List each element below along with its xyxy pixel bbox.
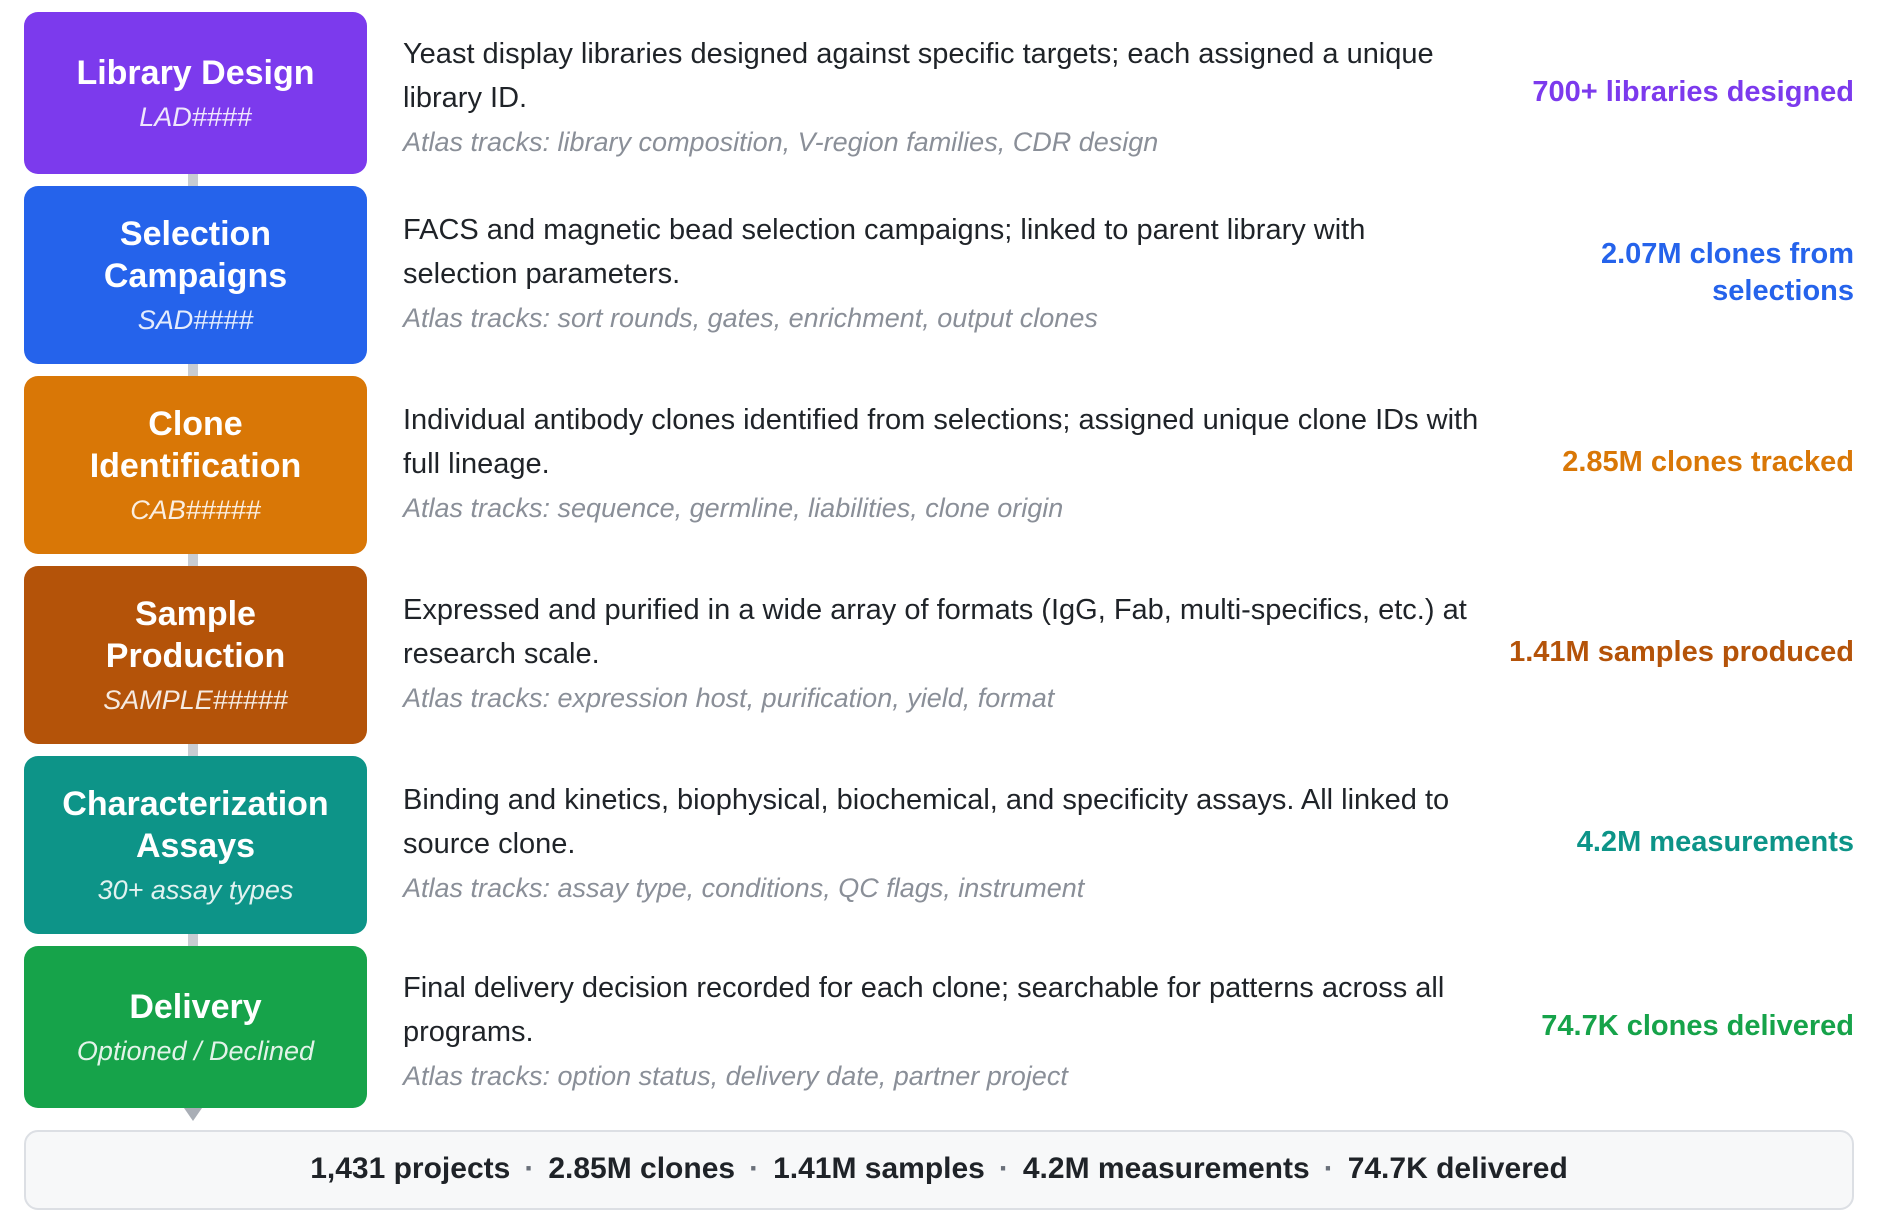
- stage-description: Expressed and purified in a wide array o…: [403, 594, 1467, 670]
- stage-description-block: Binding and kinetics, biophysical, bioch…: [403, 778, 1483, 908]
- stage-box-delivery: Delivery Optioned / Declined: [24, 946, 367, 1108]
- summary-projects: 1,431 projects: [310, 1152, 511, 1185]
- summary-separator: ·: [998, 1152, 1009, 1185]
- stage-description: Final delivery decision recorded for eac…: [403, 972, 1445, 1048]
- summary-delivered: 74.7K delivered: [1347, 1152, 1568, 1185]
- stage-metric: 4.2M measurements: [1576, 826, 1854, 858]
- summary-measurements: 4.2M measurements: [1022, 1152, 1310, 1185]
- summary-samples: 1.41M samples: [773, 1152, 985, 1185]
- stage-row-library-design: Library Design LAD#### Yeast display lib…: [24, 12, 1854, 174]
- stage-metric: 700+ libraries designed: [1532, 76, 1854, 108]
- summary-separator: ·: [749, 1152, 760, 1185]
- stage-title: Library Design: [76, 54, 315, 92]
- summary-separator: ·: [1323, 1152, 1334, 1185]
- stage-description-block: FACS and magnetic bead selection campaig…: [403, 208, 1483, 338]
- stage-title: Sample Production: [105, 595, 286, 675]
- stage-code: 30+ assay types: [97, 875, 294, 905]
- down-arrow-icon: [184, 1108, 202, 1121]
- stage-title: Selection Campaigns: [103, 215, 288, 295]
- stage-row-selection-campaigns: Selection Campaigns SAD#### FACS and mag…: [24, 186, 1854, 364]
- stage-metric: 2.85M clones tracked: [1562, 446, 1854, 478]
- stage-description: Individual antibody clones identified fr…: [403, 404, 1479, 480]
- stage-tracks: Atlas tracks: sequence, germline, liabil…: [403, 493, 1064, 523]
- stage-metric: 2.07M clones from selections: [1600, 238, 1854, 307]
- stage-tracks: Atlas tracks: option status, delivery da…: [403, 1061, 1068, 1091]
- stage-description: Yeast display libraries designed against…: [403, 38, 1434, 114]
- stage-description-block: Yeast display libraries designed against…: [403, 32, 1483, 162]
- stage-box-sample-production: Sample Production SAMPLE#####: [24, 566, 367, 744]
- stage-box-selection-campaigns: Selection Campaigns SAD####: [24, 186, 367, 364]
- stage-description-block: Expressed and purified in a wide array o…: [403, 588, 1483, 718]
- stage-row-delivery: Delivery Optioned / Declined Final deliv…: [24, 946, 1854, 1108]
- summary-separator: ·: [524, 1152, 535, 1185]
- pipeline-diagram: Library Design LAD#### Yeast display lib…: [0, 0, 1877, 1210]
- stage-description: Binding and kinetics, biophysical, bioch…: [403, 784, 1450, 860]
- stage-description: FACS and magnetic bead selection campaig…: [403, 214, 1366, 290]
- stage-metric: 1.41M samples produced: [1509, 636, 1854, 668]
- stage-row-sample-production: Sample Production SAMPLE##### Expressed …: [24, 566, 1854, 744]
- summary-clones: 2.85M clones: [548, 1152, 736, 1185]
- stage-metric: 74.7K clones delivered: [1541, 1010, 1854, 1042]
- stage-row-clone-identification: Clone Identification CAB##### Individual…: [24, 376, 1854, 554]
- stage-description-block: Individual antibody clones identified fr…: [403, 398, 1483, 528]
- summary-bar: 1,431 projects · 2.85M clones · 1.41M sample…: [24, 1130, 1854, 1210]
- stage-tracks: Atlas tracks: sort rounds, gates, enrich…: [403, 303, 1098, 333]
- stage-code: Optioned / Declined: [76, 1036, 315, 1066]
- stage-title: Clone Identification: [89, 405, 302, 485]
- stage-tracks: Atlas tracks: expression host, purificat…: [403, 683, 1055, 713]
- stage-description-block: Final delivery decision recorded for eac…: [403, 966, 1483, 1096]
- stage-title: Delivery: [129, 988, 262, 1026]
- stage-tracks: Atlas tracks: library composition, V-reg…: [403, 127, 1159, 157]
- connector-line: [188, 174, 198, 186]
- stage-code: LAD####: [139, 102, 252, 132]
- stage-code: SAD####: [137, 305, 254, 335]
- stage-box-library-design: Library Design LAD####: [24, 12, 367, 174]
- stage-box-clone-identification: Clone Identification CAB#####: [24, 376, 367, 554]
- stage-code: CAB#####: [130, 495, 261, 525]
- connector-line: [188, 554, 198, 566]
- stage-box-characterization-assays: Characterization Assays 30+ assay types: [24, 756, 367, 934]
- connector-line: [188, 934, 198, 946]
- stage-title: Characterization Assays: [62, 785, 329, 865]
- stage-code: SAMPLE#####: [103, 685, 288, 715]
- connector-line: [188, 364, 198, 376]
- stage-row-characterization-assays: Characterization Assays 30+ assay types …: [24, 756, 1854, 934]
- connector-line: [188, 744, 198, 756]
- stage-tracks: Atlas tracks: assay type, conditions, QC…: [403, 873, 1085, 903]
